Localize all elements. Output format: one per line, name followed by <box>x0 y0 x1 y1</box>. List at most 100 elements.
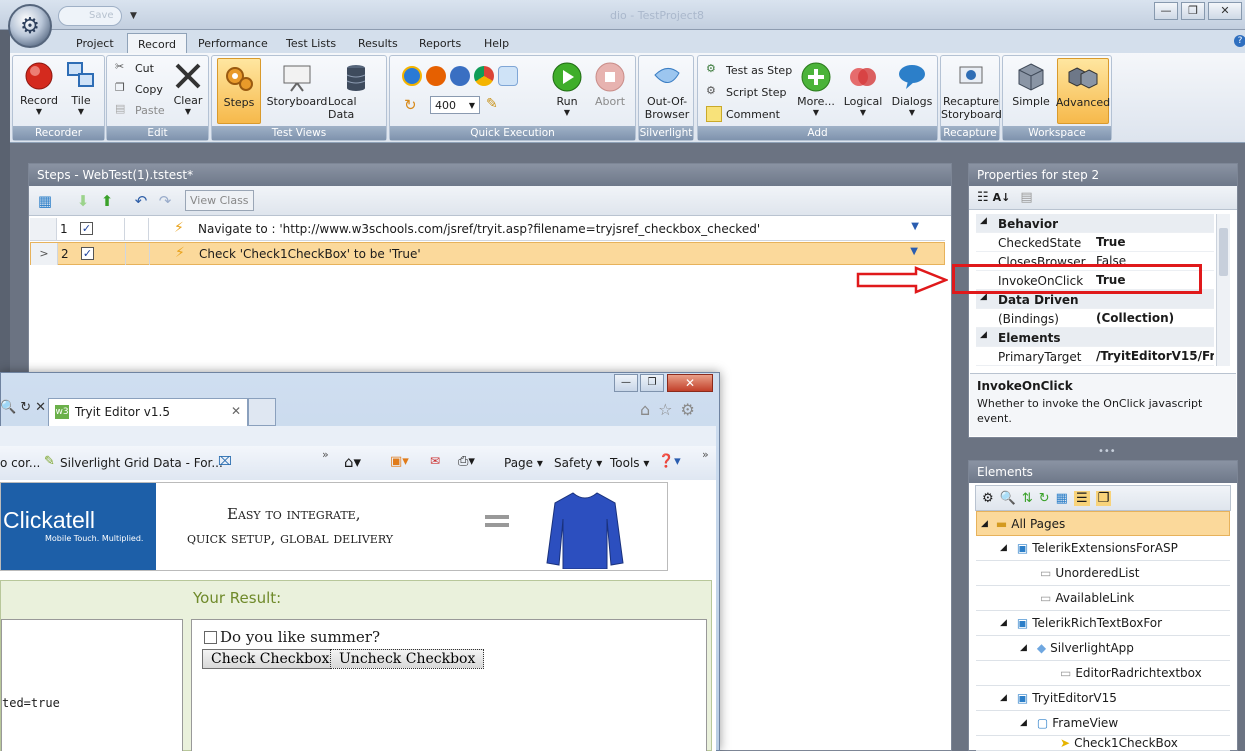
step-row[interactable]: 1 ✓ ⚡ Navigate to : 'http://www.w3school… <box>30 218 945 241</box>
browser-restore-button[interactable]: ❐ <box>640 374 664 392</box>
home-icon[interactable]: ⌂ <box>640 400 650 419</box>
dialogs-button[interactable]: Dialogs ▼ <box>890 61 934 117</box>
favorite-link-truncated[interactable]: o cor... <box>0 456 40 470</box>
maximize-button[interactable]: ❐ <box>1181 2 1205 20</box>
source-code-area[interactable]: ted=true <box>1 619 183 751</box>
property-pages-icon[interactable]: ▤ <box>1020 190 1032 205</box>
storyboard-button[interactable]: Storyboard <box>266 61 328 108</box>
properties-scrollbar[interactable] <box>1216 214 1230 366</box>
speed-input[interactable]: 400 ▼ <box>430 96 480 114</box>
refresh-icon[interactable]: ↻ <box>1039 491 1050 506</box>
move-up-icon[interactable]: ⬆ <box>97 191 117 211</box>
tab-results[interactable]: Results <box>348 33 408 54</box>
property-row[interactable]: (Bindings) (Collection) <box>976 309 1214 328</box>
script-step-button[interactable]: ⚙ Script Step <box>706 82 786 102</box>
test-as-step-button[interactable]: ⚙ Test as Step <box>706 60 792 80</box>
home-cmd-icon[interactable]: ⌂▾ <box>344 453 361 471</box>
browser-tab[interactable]: w3 Tryit Editor v1.5 ✕ <box>48 398 248 426</box>
help-menu-icon[interactable]: ❓▾ <box>658 454 681 469</box>
sort-az-icon[interactable]: A↓ <box>993 191 1011 204</box>
paste-button[interactable]: ▤ Paste <box>115 100 165 120</box>
tile-button[interactable]: Tile ▼ <box>63 60 99 116</box>
row-selector[interactable] <box>30 218 57 240</box>
uncheck-checkbox-button[interactable]: Uncheck Checkbox <box>330 649 485 669</box>
property-row[interactable]: PrimaryTarget/TryitEditorV15/Fram <box>976 347 1214 366</box>
tab-test-lists[interactable]: Test Lists <box>276 33 346 54</box>
run-button[interactable]: Run ▼ <box>550 61 584 117</box>
refresh-page-icon[interactable]: ↻ <box>20 400 31 415</box>
tab-project[interactable]: Project <box>66 33 124 54</box>
new-tab-button[interactable] <box>248 398 276 426</box>
element-tree-node[interactable]: ◢ ▣ TryitEditorV15 <box>976 686 1230 711</box>
favorites-star-icon[interactable]: ☆ <box>658 400 672 419</box>
element-tree-node[interactable]: ◢ ▣ TelerikExtensionsForASP <box>976 536 1230 561</box>
element-view-icon[interactable]: ▦ <box>1056 491 1068 506</box>
find-icon[interactable]: 🔍 <box>1000 491 1016 506</box>
check-checkbox-button[interactable]: Check Checkbox <box>202 649 339 669</box>
close-window-button[interactable]: ✕ <box>1208 2 1242 20</box>
view-class-button[interactable]: View Class <box>185 190 254 211</box>
browser-close-button[interactable]: ✕ <box>667 374 713 392</box>
element-tree-node[interactable]: ◢ ▢ FrameView <box>976 711 1230 736</box>
copy-button[interactable]: ❐ Copy <box>115 79 163 99</box>
tab-record[interactable]: Record <box>127 33 188 54</box>
minimize-button[interactable]: — <box>1154 2 1178 20</box>
splitter-grip[interactable]: ••• <box>1098 446 1116 457</box>
tab-performance[interactable]: Performance <box>188 33 278 54</box>
step-enabled-checkbox[interactable]: ✓ <box>80 222 93 235</box>
help-icon[interactable]: ? <box>1234 35 1245 47</box>
out-of-browser-button[interactable]: Out-Of-Browser <box>643 61 691 121</box>
safety-menu[interactable]: Safety ▾ <box>554 456 602 470</box>
app-logo-icon[interactable]: ⚙ <box>8 4 52 48</box>
step-expand-icon[interactable]: ▼ <box>911 221 919 232</box>
copy-elements-icon[interactable]: ❐ <box>1095 490 1112 506</box>
element-tree-node[interactable]: ▭ UnorderedList <box>976 561 1230 586</box>
more-chevron-icon[interactable]: » <box>322 448 329 461</box>
redo-icon[interactable]: ↷ <box>155 191 175 211</box>
steps-view-button[interactable]: Steps <box>217 58 261 124</box>
step-expand-icon[interactable]: ▼ <box>910 246 918 257</box>
stop-page-icon[interactable]: ✕ <box>35 400 46 415</box>
local-data-button[interactable]: Local Data <box>328 61 384 121</box>
element-tree-node[interactable]: ◢ ◆ SilverlightApp <box>976 636 1230 661</box>
cut-button[interactable]: ✂ Cut <box>115 58 154 78</box>
quick-access-dropdown-icon[interactable]: ▼ <box>130 11 137 21</box>
steps-window-icon[interactable]: ▦ <box>35 191 55 211</box>
property-row[interactable]: CheckedState True <box>976 233 1214 252</box>
more-button[interactable]: More... ▼ <box>796 61 836 117</box>
simple-workspace-button[interactable]: Simple <box>1009 61 1053 108</box>
element-tree-node[interactable]: ▭ AvailableLink <box>976 586 1230 611</box>
recapture-storyboard-button[interactable]: Recapture Storyboard <box>941 61 1002 121</box>
step-enabled-checkbox[interactable]: ✓ <box>81 247 94 260</box>
comment-button[interactable]: Comment <box>706 104 780 124</box>
settings-icon[interactable]: ⚙ <box>982 491 994 506</box>
categorized-icon[interactable]: ☷ <box>977 190 989 205</box>
ie-icon[interactable] <box>402 66 422 86</box>
sort-icon[interactable]: ⇅ <box>1022 491 1033 506</box>
tab-help[interactable]: Help <box>474 33 519 54</box>
print-icon[interactable]: ⎙▾ <box>458 454 475 469</box>
element-tree-node[interactable]: ◢ ▬ All Pages <box>976 511 1230 536</box>
feeds-icon[interactable]: ▣▾ <box>390 454 409 469</box>
element-tree-node[interactable]: ◢ ▣ TelerikRichTextBoxFor <box>976 611 1230 636</box>
tools-menu[interactable]: Tools ▾ <box>610 456 649 470</box>
firefox-icon[interactable] <box>426 66 446 86</box>
move-down-icon[interactable]: ⬇ <box>73 191 93 211</box>
row-selector[interactable]: > <box>31 243 58 265</box>
clear-button[interactable]: Clear ▼ <box>171 60 205 116</box>
chrome-icon[interactable] <box>474 66 494 86</box>
close-tab-icon[interactable]: ✕ <box>231 404 241 418</box>
gear-icon[interactable]: ⚙ <box>681 400 695 419</box>
page-menu[interactable]: Page ▾ <box>504 456 543 470</box>
element-tree-node[interactable]: ▭ EditorRadrichtextbox <box>976 661 1230 686</box>
safari-icon[interactable] <box>450 66 470 86</box>
step-row[interactable]: > 2 ✓ ⚡ Check 'Check1CheckBox' to be 'Tr… <box>30 242 945 265</box>
list-view-icon[interactable]: ☰ <box>1073 490 1090 506</box>
summer-checkbox[interactable] <box>204 630 217 644</box>
more-chevron-icon-2[interactable]: » <box>702 448 709 461</box>
property-category[interactable]: ◢ Elements <box>976 328 1214 347</box>
undo-icon[interactable]: ↶ <box>131 191 151 211</box>
browser-minimize-button[interactable]: — <box>614 374 638 392</box>
logical-button[interactable]: Logical ▼ <box>842 61 884 117</box>
mail-icon[interactable]: ✉ <box>430 454 440 468</box>
